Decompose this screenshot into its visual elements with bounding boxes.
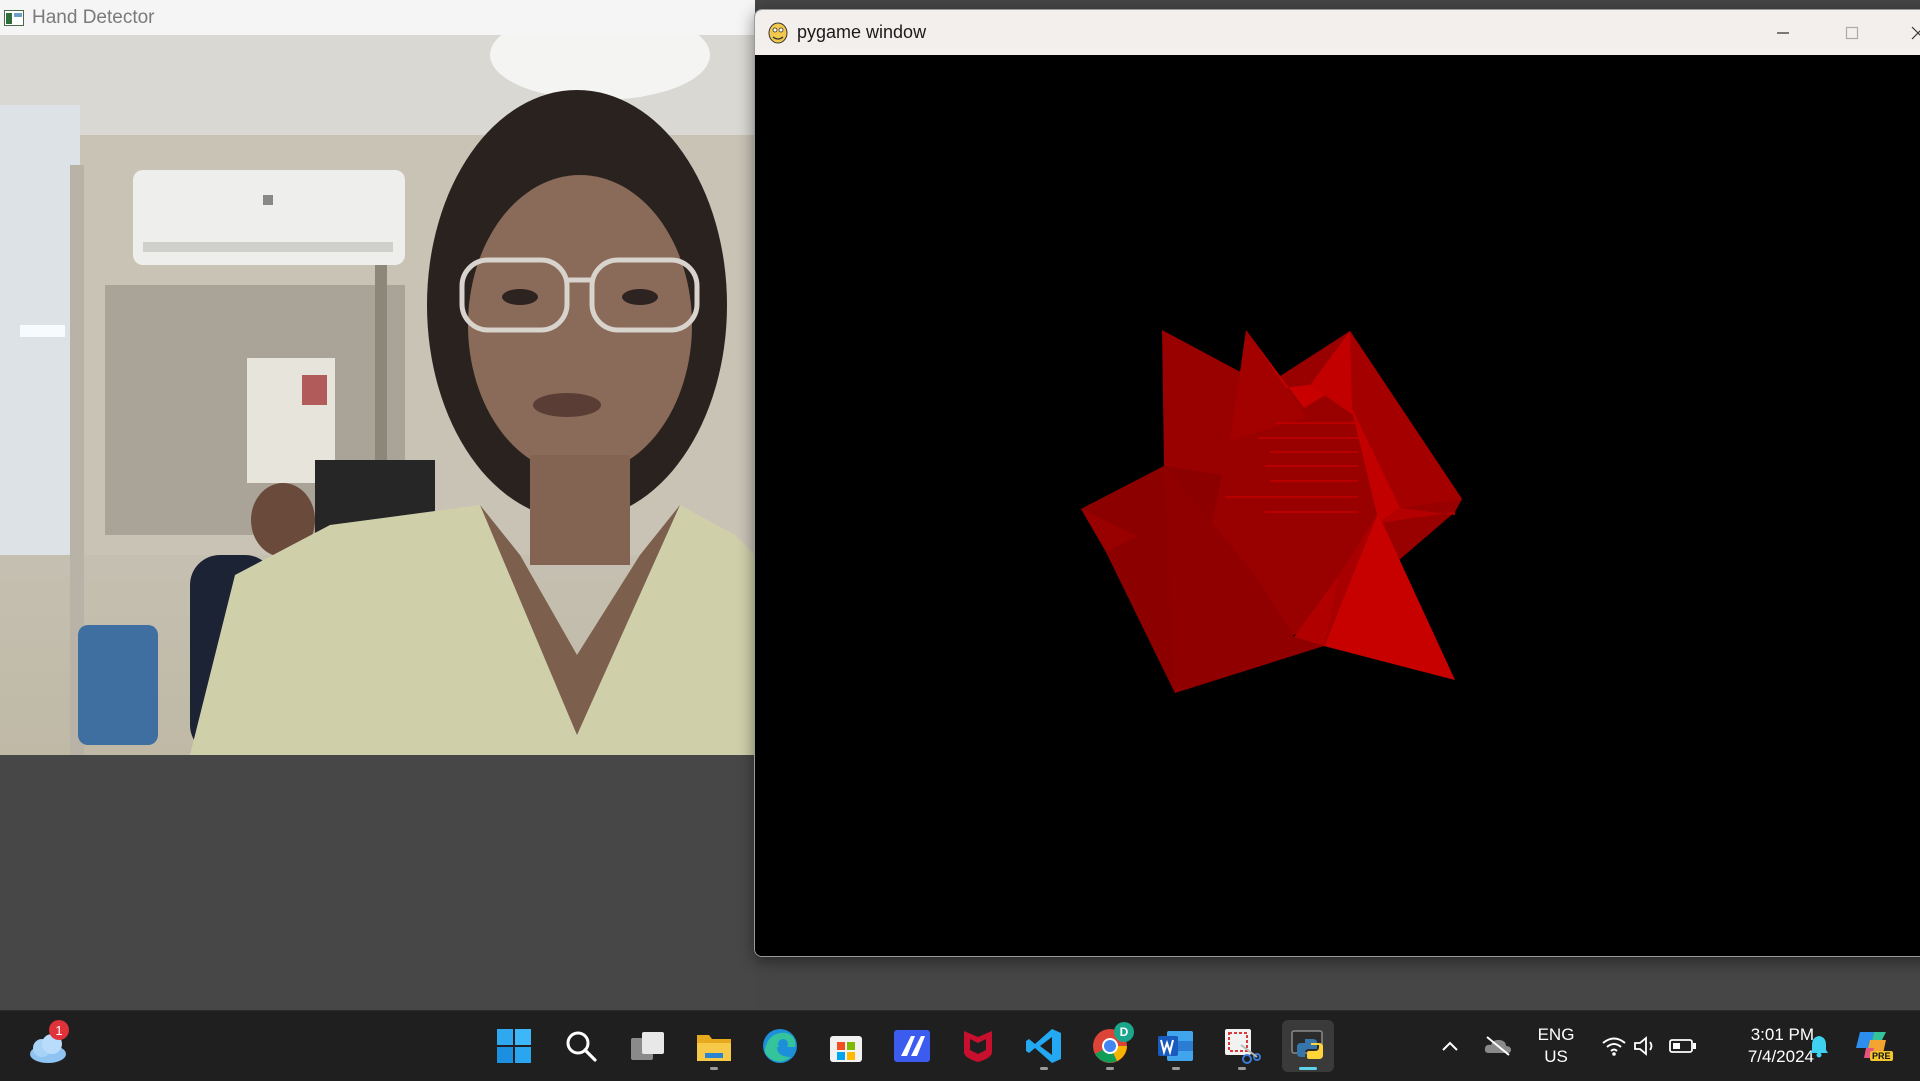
wifi-button[interactable] [1596, 1031, 1632, 1061]
webcam-image [0, 35, 755, 755]
python-icon [1291, 1030, 1323, 1059]
ai-app-button[interactable] [886, 1020, 938, 1072]
chrome-profile-letter: D [1119, 1025, 1129, 1039]
hand-detector-title: Hand Detector [32, 6, 155, 28]
notification-badge-count: 1 [55, 1022, 63, 1038]
chrome-button[interactable]: D [1084, 1020, 1136, 1072]
close-icon [1911, 26, 1920, 39]
app-window-icon [4, 9, 24, 26]
show-hidden-icons-button[interactable] [1432, 1033, 1468, 1059]
bell-icon [1810, 1036, 1828, 1058]
mcafee-icon [964, 1031, 992, 1062]
region-label: US [1544, 1047, 1568, 1066]
taskbar: 1 D ENG US 3:01 PM 7/4/2024 PRE [0, 1010, 1920, 1081]
start-icon [497, 1029, 531, 1063]
volume-button[interactable] [1628, 1031, 1662, 1061]
ai-app-icon [894, 1030, 930, 1062]
microsoft-store-icon [830, 1036, 862, 1062]
vscode-button[interactable] [1018, 1020, 1070, 1072]
search-button[interactable] [555, 1020, 607, 1072]
mcafee-button[interactable] [952, 1020, 1004, 1072]
file-explorer-icon [697, 1035, 731, 1061]
chevron-up-icon [1442, 1041, 1458, 1051]
maximize-icon [1845, 26, 1859, 39]
battery-button[interactable] [1665, 1031, 1701, 1061]
language-indicator[interactable]: ENG US [1528, 1022, 1584, 1070]
microsoft-store-button[interactable] [820, 1020, 872, 1072]
language-label: ENG [1537, 1025, 1575, 1044]
running-indicator [1238, 1067, 1246, 1070]
hand-detector-window: Hand Detector [0, 0, 755, 1010]
pygame-title: pygame window [797, 22, 927, 42]
onedrive-button[interactable] [1480, 1031, 1516, 1061]
file-explorer-button[interactable] [688, 1020, 740, 1072]
onedrive-offline-icon [1484, 1036, 1511, 1056]
word-icon [1158, 1031, 1193, 1061]
running-indicator [1172, 1067, 1180, 1070]
pygame-canvas[interactable] [755, 55, 1920, 956]
running-indicator [1106, 1067, 1114, 1070]
webcam-feed [0, 35, 755, 755]
minimize-button[interactable] [1760, 10, 1806, 55]
edge-icon [763, 1029, 797, 1063]
wifi-icon [1602, 1037, 1626, 1056]
copilot-button[interactable]: PRE [1846, 1025, 1898, 1067]
maximize-button[interactable] [1829, 10, 1875, 55]
edge-button[interactable] [754, 1020, 806, 1072]
volume-icon [1634, 1036, 1653, 1056]
weather-widget[interactable]: 1 [22, 1020, 74, 1072]
python-button[interactable] [1282, 1020, 1334, 1072]
running-indicator [710, 1067, 718, 1070]
word-button[interactable] [1150, 1020, 1202, 1072]
start-button[interactable] [488, 1020, 540, 1072]
clock[interactable]: 3:01 PM 7/4/2024 [1714, 1020, 1814, 1072]
search-icon [566, 1031, 597, 1062]
minimize-icon [1777, 31, 1789, 34]
pygame-snake-icon [768, 22, 788, 43]
battery-icon [1669, 1039, 1696, 1053]
chrome-profile-badge: D [1114, 1022, 1134, 1042]
task-view-icon [631, 1032, 664, 1060]
hand-detector-titlebar[interactable]: Hand Detector [0, 0, 755, 35]
vscode-icon [1026, 1029, 1061, 1063]
snipping-tool-icon [1225, 1029, 1261, 1064]
close-button[interactable] [1895, 10, 1920, 55]
notification-badge: 1 [49, 1020, 69, 1040]
pygame-titlebar[interactable]: pygame window [755, 10, 1920, 55]
running-indicator [1040, 1067, 1048, 1070]
notifications-button[interactable] [1804, 1031, 1834, 1061]
pygame-window: pygame window [754, 9, 1920, 957]
copilot-preview-label: PRE [1870, 1051, 1893, 1061]
task-view-button[interactable] [622, 1020, 674, 1072]
active-indicator [1299, 1067, 1317, 1070]
snipping-tool-button[interactable] [1216, 1020, 1268, 1072]
red-polyhedron [1081, 330, 1462, 693]
